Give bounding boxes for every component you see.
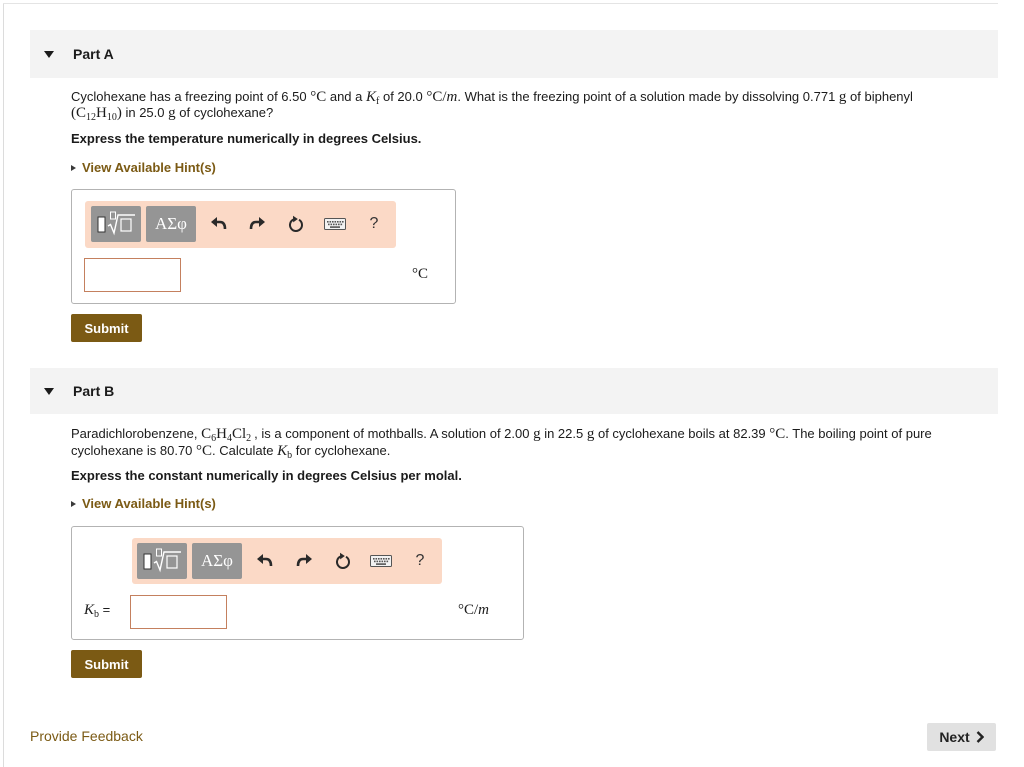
- math-element: C: [76, 105, 87, 121]
- part-b-header[interactable]: Part B: [30, 368, 998, 414]
- templates-button[interactable]: [137, 543, 187, 579]
- math-variable: K: [366, 89, 377, 105]
- math-element: Cl: [231, 426, 247, 442]
- math-element: H: [96, 105, 107, 121]
- caret-down-icon: [44, 50, 54, 58]
- templates-button[interactable]: [91, 206, 141, 242]
- equals-sign: =: [99, 602, 111, 617]
- caret-right-icon: [71, 501, 76, 507]
- submit-button[interactable]: Submit: [71, 650, 142, 678]
- math-unit: g: [533, 426, 541, 442]
- math-templates-icon: [143, 548, 181, 573]
- caret-down-icon: [44, 387, 54, 395]
- redo-icon: [296, 554, 312, 567]
- unit-main: °C/: [458, 602, 479, 618]
- reset-icon: [289, 215, 303, 232]
- question-text: . Calculate: [212, 443, 278, 458]
- keyboard-button[interactable]: [323, 212, 347, 236]
- answer-instruction: Express the temperature numerically in d…: [71, 131, 422, 146]
- math-unit: °C/: [426, 89, 447, 105]
- keyboard-icon: [324, 218, 346, 230]
- undo-button[interactable]: [207, 212, 231, 236]
- undo-icon: [211, 217, 227, 230]
- math-element: C: [201, 426, 212, 442]
- part-a-header[interactable]: Part A: [30, 30, 998, 78]
- math-unit: g: [168, 105, 176, 121]
- answer-instruction: Express the constant numerically in degr…: [71, 468, 462, 483]
- math-unit: °C: [196, 443, 213, 459]
- answer-input[interactable]: [130, 595, 227, 629]
- question-text: . The boiling point of pure: [785, 426, 932, 441]
- unit-variable: m: [478, 602, 490, 618]
- help-button[interactable]: ?: [408, 549, 432, 573]
- answer-unit: °C/m: [458, 601, 489, 619]
- reset-button[interactable]: [331, 549, 355, 573]
- question-text: of cyclohexane boils at 82.39: [594, 426, 770, 441]
- math-subscript: 12: [86, 112, 97, 123]
- part-a-question: Cyclohexane has a freezing point of 6.50…: [71, 89, 996, 123]
- question-text: for cyclohexane.: [292, 443, 391, 458]
- page-border-top: [3, 3, 998, 4]
- undo-button[interactable]: [253, 549, 277, 573]
- question-text: of cyclohexane?: [175, 105, 274, 120]
- answer-input[interactable]: [84, 258, 181, 292]
- question-text: Cyclohexane has a freezing point of 6.50: [71, 89, 311, 104]
- reset-icon: [336, 552, 350, 569]
- answer-label: Kb =: [84, 601, 111, 620]
- symbols-button[interactable]: ΑΣφ: [146, 206, 196, 242]
- math-unit: °C: [310, 89, 327, 105]
- part-title: Part B: [73, 383, 115, 399]
- part-title: Part A: [73, 46, 114, 62]
- provide-feedback-link[interactable]: Provide Feedback: [30, 728, 143, 744]
- page-border-left: [3, 3, 4, 767]
- redo-button[interactable]: [245, 212, 269, 236]
- question-text: of biphenyl: [846, 89, 913, 104]
- undo-icon: [257, 554, 273, 567]
- keyboard-button[interactable]: [369, 549, 393, 573]
- question-text: , is a component of mothballs. A solutio…: [254, 426, 534, 441]
- view-hints-toggle[interactable]: View Available Hint(s): [71, 160, 216, 176]
- view-hints-label: View Available Hint(s): [82, 496, 216, 511]
- math-templates-icon: [97, 211, 135, 236]
- math-variable: K: [84, 602, 95, 618]
- chevron-right-icon: [976, 731, 984, 743]
- answer-box: ΑΣφ: [71, 526, 524, 640]
- reset-button[interactable]: [284, 212, 308, 236]
- question-text: of 20.0: [379, 89, 427, 104]
- math-variable: K: [277, 443, 288, 459]
- math-subscript: 10: [106, 112, 117, 123]
- next-button[interactable]: Next: [927, 723, 996, 751]
- view-hints-label: View Available Hint(s): [82, 160, 216, 175]
- help-button[interactable]: ?: [362, 212, 386, 236]
- math-toolbar: ΑΣφ ?: [85, 201, 396, 248]
- question-text: and a: [326, 89, 366, 104]
- answer-box: ΑΣφ: [71, 189, 456, 304]
- question-text: in 22.5: [540, 426, 587, 441]
- question-text: cyclohexane is 80.70: [71, 443, 197, 458]
- part-b-question: Paradichlorobenzene, C6H4Cl2, is a compo…: [71, 425, 996, 461]
- next-label: Next: [939, 729, 970, 745]
- keyboard-icon: [370, 555, 392, 567]
- math-variable: m: [446, 89, 458, 105]
- question-text: Paradichlorobenzene,: [71, 426, 202, 441]
- symbols-button[interactable]: ΑΣφ: [192, 543, 242, 579]
- caret-right-icon: [71, 165, 76, 171]
- math-toolbar: ΑΣφ ?: [132, 538, 442, 584]
- math-element: H: [216, 426, 227, 442]
- math-unit: °C: [769, 426, 786, 442]
- answer-unit: °C: [412, 266, 429, 282]
- redo-icon: [249, 217, 265, 230]
- question-text: in 25.0: [121, 105, 169, 120]
- view-hints-toggle[interactable]: View Available Hint(s): [71, 496, 216, 512]
- question-text: . What is the freezing point of a soluti…: [457, 89, 839, 104]
- submit-button[interactable]: Submit: [71, 314, 142, 342]
- redo-button[interactable]: [292, 549, 316, 573]
